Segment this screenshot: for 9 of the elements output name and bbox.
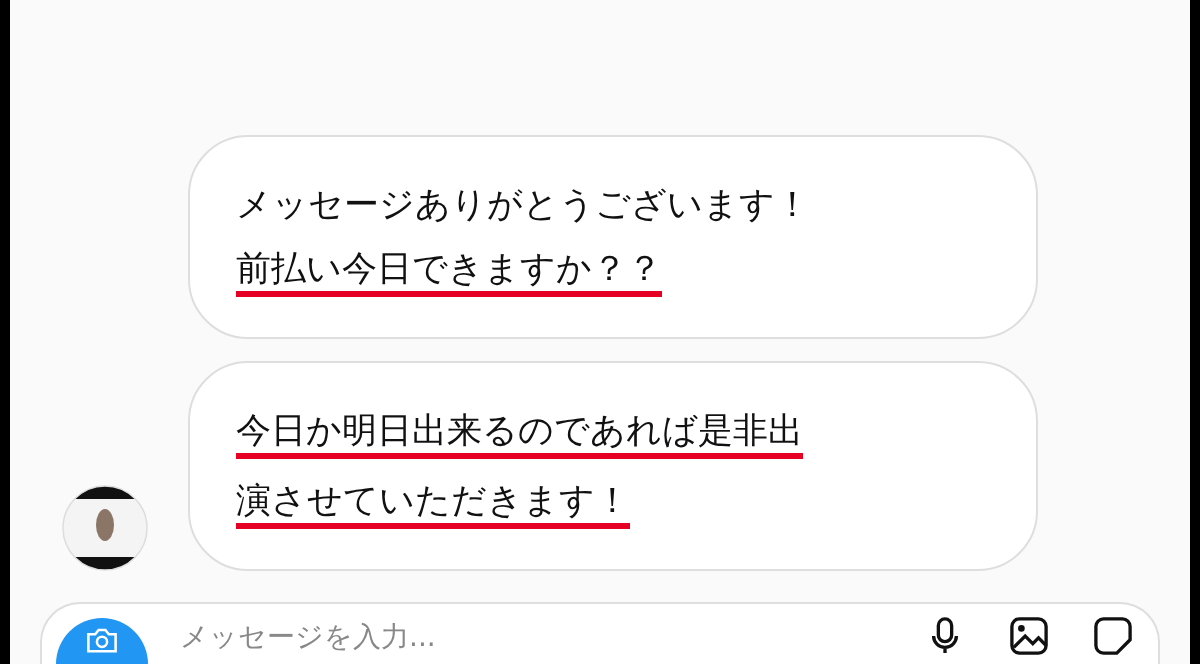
message-field[interactable]: メッセージを入力...	[40, 602, 1160, 664]
message-text: 前払い今日できますか？？	[236, 245, 662, 297]
message-text: 今日か明日出来るのであれば是非出	[236, 407, 803, 459]
message-input[interactable]: メッセージを入力...	[178, 618, 880, 654]
image-icon[interactable]	[1010, 617, 1048, 655]
message-text: メッセージありがとうございます！	[236, 183, 810, 226]
camera-icon	[85, 627, 119, 655]
message-text: 演させていただきます！	[236, 477, 630, 529]
sticker-icon[interactable]	[1094, 617, 1132, 655]
